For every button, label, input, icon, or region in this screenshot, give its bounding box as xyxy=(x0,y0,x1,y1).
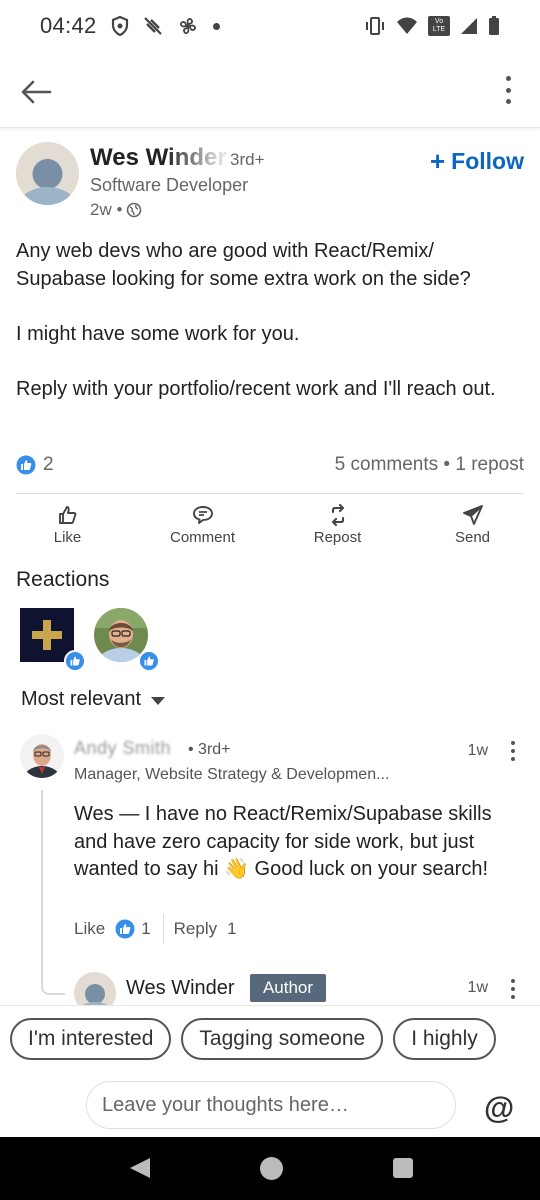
compose-panel: I'm interested Tagging someone I highly Le… xyxy=(0,1005,540,1137)
comment-timestamp: 1w xyxy=(467,742,488,759)
author-badge: Author xyxy=(250,974,326,1002)
like-badge-icon xyxy=(138,650,160,672)
comments-reposts-count[interactable]: 5 comments • 1 repost xyxy=(335,454,524,476)
person-placeholder-icon xyxy=(16,142,79,205)
nav-back-icon[interactable] xyxy=(130,1158,150,1178)
status-time: 04:42 xyxy=(40,13,97,38)
commenter-avatar[interactable] xyxy=(20,734,64,778)
post-paragraph: I might have some work for you. xyxy=(16,322,300,345)
follow-button[interactable]: + Follow xyxy=(430,146,524,177)
back-arrow-icon xyxy=(21,80,52,104)
suggestion-chip[interactable]: I'm interested xyxy=(10,1018,172,1060)
comment-actions: Like 1 Reply 1 xyxy=(74,914,237,944)
social-counts: 2 5 comments • 1 repost xyxy=(16,450,524,480)
system-nav-bar xyxy=(0,1137,540,1200)
post-paragraph: Any web devs who are good with React/Rem… xyxy=(16,240,471,290)
battery-icon xyxy=(489,16,499,35)
chips-fade xyxy=(500,1018,540,1064)
globe-icon xyxy=(127,202,142,218)
mention-button[interactable]: @ xyxy=(484,1090,514,1126)
comment-reply-count[interactable]: 1 xyxy=(227,919,236,939)
wifi-icon xyxy=(397,17,417,34)
suggestion-chip[interactable]: Tagging someone xyxy=(181,1018,384,1060)
suggestion-chip[interactable]: I highly xyxy=(393,1018,496,1060)
shield-icon xyxy=(111,16,128,36)
status-bar: 04:42 Vo LTE xyxy=(0,0,540,52)
reply-timestamp: 1w xyxy=(467,979,488,996)
more-vertical-icon xyxy=(511,741,515,745)
suggestion-chips: I'm interested Tagging someone I highly xyxy=(10,1018,540,1064)
signal-icon xyxy=(461,18,477,34)
reply-author-name[interactable]: Wes Winder xyxy=(126,977,235,1000)
dot-icon xyxy=(212,22,220,30)
divider xyxy=(16,493,524,494)
post-paragraph: Reply with your portfolio/recent work an… xyxy=(16,377,496,400)
reactor-avatar[interactable] xyxy=(20,608,86,672)
vibrate-icon xyxy=(366,17,384,35)
person-photo xyxy=(20,734,64,778)
nav-home-icon[interactable] xyxy=(260,1157,283,1180)
volte-icon: Vo LTE xyxy=(428,16,450,36)
comment-input[interactable]: Leave your thoughts here… xyxy=(86,1081,456,1129)
post-action-bar: Like Comment Repost Send xyxy=(0,500,540,550)
reactor-avatar[interactable] xyxy=(94,608,160,672)
post-timestamp: 2w • xyxy=(90,200,142,220)
fan-icon xyxy=(179,17,196,35)
comment-reply-button[interactable]: Reply xyxy=(174,919,217,939)
reaction-count[interactable]: 2 xyxy=(43,454,54,476)
like-reaction-icon xyxy=(115,919,135,939)
connection-degree: 3rd+ xyxy=(230,150,265,169)
commenter-name[interactable]: Andy Smith xyxy=(74,738,171,759)
like-reaction-icon[interactable] xyxy=(16,455,36,475)
divider xyxy=(162,914,164,944)
comment-more-button[interactable] xyxy=(508,740,518,762)
post-body: Any web devs who are good with React/Rem… xyxy=(16,238,524,403)
author-headline: Software Developer xyxy=(90,175,249,195)
comment-text: Wes — I have no React/Remix/Supabase ski… xyxy=(74,803,492,880)
sort-comments-dropdown[interactable]: Most relevant xyxy=(21,688,166,711)
author-name[interactable]: Wes Winder xyxy=(90,144,227,172)
send-icon xyxy=(462,505,483,525)
repost-icon xyxy=(331,503,344,527)
send-button[interactable]: Send xyxy=(405,500,540,550)
thread-line xyxy=(41,790,65,995)
repost-button[interactable]: Repost xyxy=(270,500,405,550)
comment-icon xyxy=(192,506,213,524)
caret-down-icon xyxy=(151,696,166,705)
back-button[interactable] xyxy=(18,74,54,110)
post-header: Wes Winder 3rd+ Software Developer 2w • … xyxy=(16,140,526,220)
commenter-headline: Manager, Website Strategy & Developmen..… xyxy=(74,766,390,783)
like-icon xyxy=(58,506,76,524)
more-vertical-icon xyxy=(505,76,511,81)
comment-like-count[interactable]: 1 xyxy=(141,919,150,939)
connection-degree: • 3rd+ xyxy=(188,741,231,758)
reply-more-button[interactable] xyxy=(508,978,518,1000)
more-options-button[interactable] xyxy=(498,72,518,108)
like-button[interactable]: Like xyxy=(0,500,135,550)
plus-icon: + xyxy=(429,146,446,176)
more-vertical-icon xyxy=(511,979,515,983)
reactions-heading: Reactions xyxy=(16,568,110,591)
author-avatar[interactable] xyxy=(16,142,79,205)
nav-recents-icon[interactable] xyxy=(393,1158,413,1178)
comment-like-button[interactable]: Like xyxy=(74,919,105,939)
like-badge-icon xyxy=(64,650,86,672)
app-bar xyxy=(0,52,540,128)
comment-button[interactable]: Comment xyxy=(135,500,270,550)
no-notifications-icon xyxy=(143,17,162,35)
